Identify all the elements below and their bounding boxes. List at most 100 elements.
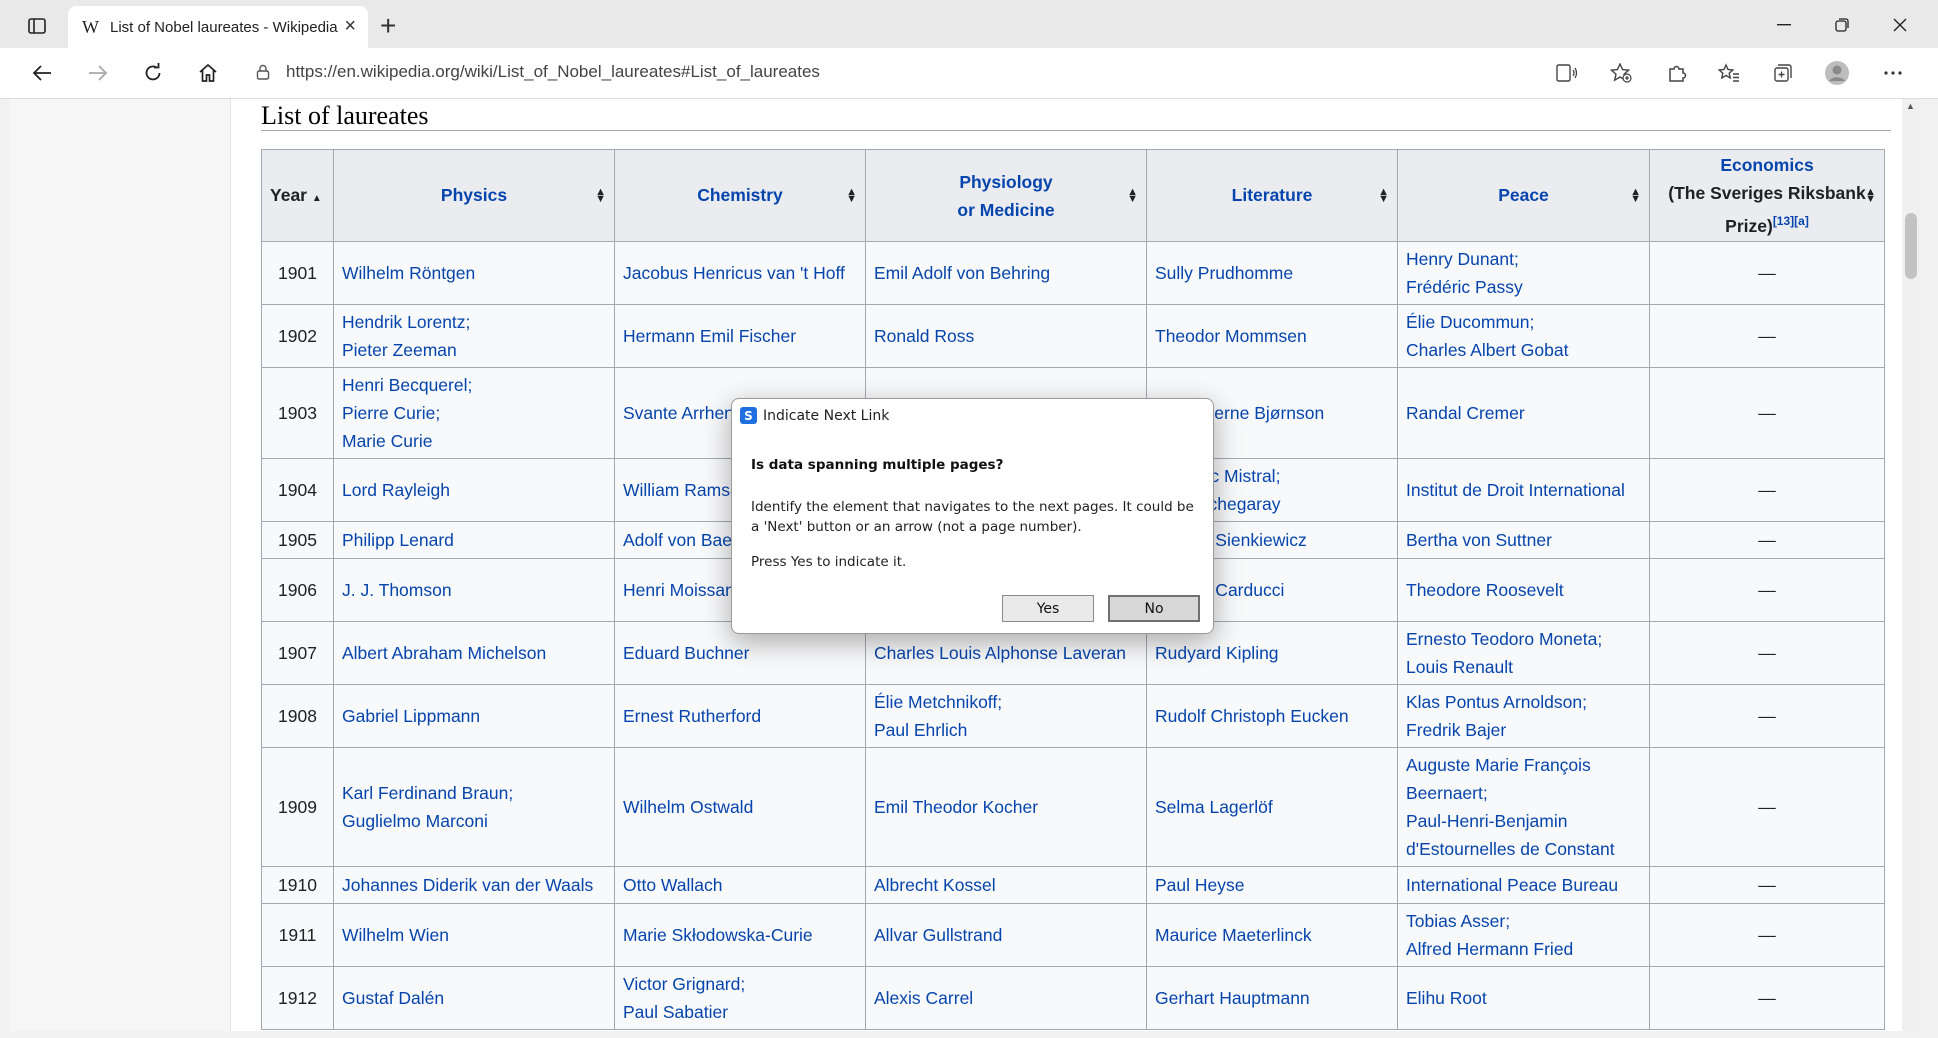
laureate-link[interactable]: Henry Dunant; <box>1406 245 1641 273</box>
collections-icon[interactable] <box>1766 58 1800 88</box>
laureate-link[interactable]: Bertha von Suttner <box>1406 526 1641 554</box>
favorites-icon[interactable] <box>1712 58 1746 88</box>
laureate-link[interactable]: Alfred Hermann Fried <box>1406 935 1641 963</box>
address-bar[interactable]: https://en.wikipedia.org/wiki/List_of_No… <box>246 53 1644 91</box>
laureate-link[interactable]: Albrecht Kossel <box>874 871 1138 899</box>
laureate-link[interactable]: Charles Louis Alphonse Laveran <box>874 639 1138 667</box>
column-header-chemistry[interactable]: Chemistry ▲ ▼ <box>614 149 866 242</box>
column-header-economics[interactable]: Economics (The Sveriges Riksbank Prize)[13… <box>1649 149 1885 242</box>
refresh-icon[interactable] <box>135 58 171 88</box>
laureate-link[interactable]: Wilhelm Wien <box>342 921 606 949</box>
profile-avatar-icon[interactable] <box>1820 58 1854 88</box>
laureate-link[interactable]: Pieter Zeeman <box>342 336 606 364</box>
laureate-link[interactable]: Frédéric Passy <box>1406 273 1641 301</box>
sort-icon[interactable]: ▲ ▼ <box>1865 186 1876 204</box>
laureate-link[interactable]: Allvar Gullstrand <box>874 921 1138 949</box>
citation-link[interactable]: [13][a] <box>1773 214 1809 228</box>
laureate-link[interactable]: Marie Curie <box>342 427 606 455</box>
laureate-link[interactable]: Albert Abraham Michelson <box>342 639 606 667</box>
no-button[interactable]: No <box>1108 595 1200 622</box>
laureate-link[interactable]: Maurice Maeterlinck <box>1155 921 1389 949</box>
laureate-link[interactable]: Lord Rayleigh <box>342 476 606 504</box>
column-header-year[interactable]: Year ▲ <box>261 149 334 242</box>
sort-icon[interactable]: ▲ ▼ <box>1630 186 1641 204</box>
laureate-link[interactable]: Gustaf Dalén <box>342 984 606 1012</box>
sort-icon[interactable]: ▲ ▼ <box>1127 186 1138 204</box>
laureate-link[interactable]: Tobias Asser; <box>1406 907 1641 935</box>
laureate-link[interactable]: Pierre Curie; <box>342 399 606 427</box>
laureate-link[interactable]: International Peace Bureau <box>1406 871 1641 899</box>
laureate-link[interactable]: Marie Skłodowska-Curie <box>623 921 857 949</box>
laureate-link[interactable]: Hendrik Lorentz; <box>342 308 606 336</box>
laureate-link[interactable]: Wilhelm Röntgen <box>342 259 606 287</box>
laureate-link[interactable]: Auguste Marie François <box>1406 751 1641 779</box>
laureate-link[interactable]: Ernest Rutherford <box>623 702 857 730</box>
column-header-peace[interactable]: Peace ▲ ▼ <box>1397 149 1650 242</box>
browser-tab[interactable]: W List of Nobel laureates - Wikipedia × <box>68 6 368 48</box>
back-icon[interactable] <box>24 58 60 88</box>
forward-icon[interactable] <box>80 58 116 88</box>
laureate-link[interactable]: Theodore Roosevelt <box>1406 576 1641 604</box>
laureate-link[interactable]: Ernesto Teodoro Moneta; <box>1406 625 1641 653</box>
column-header-medicine[interactable]: Physiology or Medicine ▲ ▼ <box>865 149 1147 242</box>
laureate-link[interactable]: Rudolf Christoph Eucken <box>1155 702 1389 730</box>
laureate-link[interactable]: Randal Cremer <box>1406 399 1641 427</box>
laureate-link[interactable]: Otto Wallach <box>623 871 857 899</box>
sort-icon[interactable]: ▲ ▼ <box>1378 186 1389 204</box>
read-aloud-icon[interactable] <box>1550 58 1584 88</box>
laureate-link[interactable]: Élie Metchnikoff; <box>874 688 1138 716</box>
laureate-link[interactable]: Victor Grignard; <box>623 970 857 998</box>
add-favorite-icon[interactable] <box>1604 58 1638 88</box>
laureate-link[interactable]: Elihu Root <box>1406 984 1641 1012</box>
laureate-link[interactable]: Hermann Emil Fischer <box>623 322 857 350</box>
sort-icon[interactable]: ▲ ▼ <box>595 186 606 204</box>
laureate-link[interactable]: Henri Becquerel; <box>342 371 606 399</box>
laureate-link[interactable]: Karl Ferdinand Braun; <box>342 779 606 807</box>
laureate-link[interactable]: Institut de Droit International <box>1406 476 1641 504</box>
close-window-icon[interactable] <box>1880 10 1920 40</box>
laureate-link[interactable]: Johannes Diderik van der Waals <box>342 871 606 899</box>
laureate-link[interactable]: Paul Ehrlich <box>874 716 1138 744</box>
laureate-link[interactable]: Klas Pontus Arnoldson; <box>1406 688 1641 716</box>
scroll-up-icon[interactable]: ▲ <box>1906 101 1915 111</box>
laureate-link[interactable]: Beernaert; <box>1406 779 1641 807</box>
laureate-link[interactable]: Charles Albert Gobat <box>1406 336 1641 364</box>
laureate-link[interactable]: Philipp Lenard <box>342 526 606 554</box>
laureate-link[interactable]: Ronald Ross <box>874 322 1138 350</box>
laureate-link[interactable]: Louis Renault <box>1406 653 1641 681</box>
minimize-icon[interactable] <box>1764 10 1804 40</box>
extensions-icon[interactable] <box>1660 58 1694 88</box>
laureate-link[interactable]: Fredrik Bajer <box>1406 716 1641 744</box>
laureate-link[interactable]: Sully Prudhomme <box>1155 259 1389 287</box>
laureate-link[interactable]: Rudyard Kipling <box>1155 639 1389 667</box>
lock-icon[interactable] <box>246 64 280 80</box>
laureate-link[interactable]: Paul Sabatier <box>623 998 857 1026</box>
sidebar-toggle-icon[interactable] <box>22 13 52 39</box>
laureate-link[interactable]: Theodor Mommsen <box>1155 322 1389 350</box>
laureate-link[interactable]: Guglielmo Marconi <box>342 807 606 835</box>
new-tab-icon[interactable]: + <box>380 12 396 40</box>
laureate-link[interactable]: Élie Ducommun; <box>1406 308 1641 336</box>
laureate-link[interactable]: Paul Heyse <box>1155 871 1389 899</box>
laureate-link[interactable]: Gabriel Lippmann <box>342 702 606 730</box>
restore-icon[interactable] <box>1822 10 1862 40</box>
laureate-link[interactable]: Eduard Buchner <box>623 639 857 667</box>
laureate-link[interactable]: Wilhelm Ostwald <box>623 793 857 821</box>
vertical-scrollbar[interactable]: ▲ <box>1902 99 1920 1031</box>
laureate-link[interactable]: Emil Adolf von Behring <box>874 259 1138 287</box>
home-icon[interactable] <box>190 58 226 88</box>
laureate-link[interactable]: Gerhart Hauptmann <box>1155 984 1389 1012</box>
close-tab-icon[interactable]: × <box>344 16 356 36</box>
laureate-link[interactable]: J. J. Thomson <box>342 576 606 604</box>
column-header-literature[interactable]: Literature ▲ ▼ <box>1146 149 1398 242</box>
sort-icon[interactable]: ▲ ▼ <box>846 186 857 204</box>
yes-button[interactable]: Yes <box>1002 595 1094 622</box>
laureate-link[interactable]: Jacobus Henricus van 't Hoff <box>623 259 857 287</box>
laureate-link[interactable]: d'Estournelles de Constant <box>1406 835 1641 863</box>
laureate-link[interactable]: Selma Lagerlöf <box>1155 793 1389 821</box>
more-menu-icon[interactable] <box>1876 58 1910 88</box>
laureate-link[interactable]: Alexis Carrel <box>874 984 1138 1012</box>
scrollbar-thumb[interactable] <box>1905 213 1917 279</box>
column-header-physics[interactable]: Physics ▲ ▼ <box>333 149 615 242</box>
laureate-link[interactable]: Paul-Henri-Benjamin <box>1406 807 1641 835</box>
